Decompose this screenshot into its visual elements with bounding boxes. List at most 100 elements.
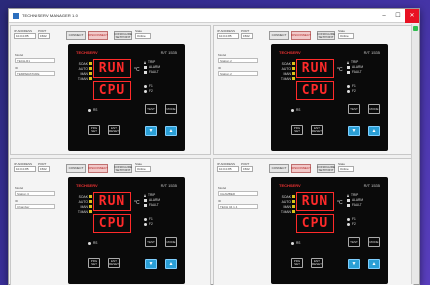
address-input[interactable]: 10.0.0.85	[217, 33, 239, 39]
ent-reset-button[interactable]: ENT RESET	[311, 125, 323, 135]
led-f2: F2	[347, 89, 356, 94]
panel-info: Model TECH-R1 ID TEMPERATURE	[15, 50, 55, 76]
mode-button[interactable]: MODE	[165, 237, 177, 247]
status-leds: TRIP ALARM FAULT	[347, 60, 363, 75]
model-label: Model	[218, 53, 227, 57]
led-f2: F2	[347, 222, 356, 227]
id-label: ID	[15, 66, 18, 70]
prg-set-button[interactable]: PRG SET	[88, 125, 100, 135]
test-button[interactable]: TEST	[348, 237, 360, 247]
up-arrow-icon[interactable]: ▲	[165, 259, 177, 269]
disconnect-button[interactable]: DISCONNECT	[88, 164, 108, 173]
led-rs: RS	[291, 241, 300, 245]
ent-reset-button[interactable]: ENT RESET	[311, 258, 323, 268]
state-value: Online	[338, 33, 354, 39]
mode-leds: SOAK AUTO MAN T.MAN	[72, 62, 92, 82]
panel-info: Model CHAMBER ID TECH 04 1 4	[218, 183, 258, 209]
id-field[interactable]: Station 2	[218, 71, 258, 76]
status-leds: TRIP ALARM FAULT	[144, 193, 160, 208]
controller-faceplate: TECHSERV R/T 1535 SOAK AUTO MAN T.MAN RU…	[68, 44, 185, 151]
port-input[interactable]: 1502	[38, 33, 50, 39]
model-field[interactable]: TECH-R1	[15, 58, 55, 63]
down-arrow-icon[interactable]: ▼	[145, 126, 157, 136]
id-label: ID	[218, 66, 221, 70]
up-arrow-icon[interactable]: ▲	[368, 126, 380, 136]
mode-button[interactable]: MODE	[165, 104, 177, 114]
mode-leds: SOAK AUTO MAN T.MAN	[275, 62, 295, 82]
model-field[interactable]: Station 3	[15, 191, 55, 196]
connect-button[interactable]: CONNECT	[269, 164, 289, 173]
id-field[interactable]: TECH 04 1 4	[218, 204, 258, 209]
prg-set-button[interactable]: PRG SET	[291, 125, 303, 135]
minimize-button[interactable]: –	[377, 9, 391, 23]
id-field[interactable]: TEMPERATURE	[15, 71, 55, 76]
led-rs: RS	[291, 108, 300, 112]
upper-display: RUN	[296, 192, 334, 211]
configure-button[interactable]: CONFIGURE SETPOINT	[114, 164, 132, 173]
mode-button[interactable]: MODE	[368, 104, 380, 114]
disconnect-button[interactable]: DISCONNECT	[88, 31, 108, 40]
prg-set-button[interactable]: PRG SET	[88, 258, 100, 268]
port-input[interactable]: 1502	[38, 166, 50, 172]
controller-faceplate: TECHSERV R/T 1535 SOAK AUTO MAN T.MAN RU…	[271, 177, 388, 284]
panel-grid: IP ADDRESS 10.0.0.85 PORT 1502 CONNECT D…	[9, 24, 414, 285]
test-button[interactable]: TEST	[145, 104, 157, 114]
port-input[interactable]: 1502	[241, 166, 253, 172]
test-button[interactable]: TEST	[145, 237, 157, 247]
controller-panel-4: IP ADDRESS 10.0.0.85 PORT 1502 CONNECT D…	[213, 158, 414, 285]
configure-button[interactable]: CONFIGURE SETPOINT	[114, 31, 132, 40]
led-f2: F2	[144, 89, 153, 94]
maximize-button[interactable]: ☐	[391, 9, 405, 23]
id-label: ID	[218, 199, 221, 203]
close-button[interactable]: ✕	[405, 8, 419, 23]
configure-button[interactable]: CONFIGURE SETPOINT	[317, 164, 335, 173]
upper-display: RUN	[93, 192, 131, 211]
test-button[interactable]: TEST	[348, 104, 360, 114]
disconnect-button[interactable]: DISCONNECT	[291, 164, 311, 173]
down-arrow-icon[interactable]: ▼	[145, 259, 157, 269]
model-field[interactable]: CHAMBER	[218, 191, 258, 196]
model-number: R/T 1535	[160, 183, 177, 188]
configure-button[interactable]: CONFIGURE SETPOINT	[317, 31, 335, 40]
address-input[interactable]: 10.0.0.85	[217, 166, 239, 172]
id-field[interactable]: Chamber	[15, 204, 55, 209]
connect-button[interactable]: CONNECT	[66, 31, 86, 40]
lower-display: CPU	[93, 81, 131, 100]
panel-header: IP ADDRESS 10.0.0.85 PORT 1502 CONNECT D…	[14, 162, 207, 176]
model-number: R/T 1535	[363, 50, 380, 55]
model-field[interactable]: Station 2	[218, 58, 258, 63]
controller-panel-3: IP ADDRESS 10.0.0.85 PORT 1502 CONNECT D…	[10, 158, 211, 285]
upper-display: RUN	[93, 59, 131, 78]
upper-display: RUN	[296, 59, 334, 78]
panel-header: IP ADDRESS 10.0.0.85 PORT 1502 CONNECT D…	[217, 162, 410, 176]
unit-label: °C	[134, 67, 140, 73]
ent-reset-button[interactable]: ENT RESET	[108, 125, 120, 135]
up-arrow-icon[interactable]: ▲	[368, 259, 380, 269]
status-indicator-icon	[413, 26, 418, 31]
connect-button[interactable]: CONNECT	[66, 164, 86, 173]
address-input[interactable]: 10.0.0.85	[14, 33, 36, 39]
mode-leds: SOAK AUTO MAN T.MAN	[275, 195, 295, 215]
model-number: R/T 1535	[160, 50, 177, 55]
model-label: Model	[15, 186, 24, 190]
controller-panel-2: IP ADDRESS 10.0.0.85 PORT 1502 CONNECT D…	[213, 25, 414, 155]
connect-button[interactable]: CONNECT	[269, 31, 289, 40]
led-rs: RS	[88, 108, 97, 112]
port-input[interactable]: 1502	[241, 33, 253, 39]
mode-button[interactable]: MODE	[368, 237, 380, 247]
down-arrow-icon[interactable]: ▼	[348, 126, 360, 136]
up-arrow-icon[interactable]: ▲	[165, 126, 177, 136]
led-f2: F2	[144, 222, 153, 227]
state-value: Online	[338, 166, 354, 172]
prg-set-button[interactable]: PRG SET	[291, 258, 303, 268]
app-window: TECHNISERV MANAGER 1.0 – ☐ ✕ IP ADDRESS …	[8, 8, 420, 285]
address-input[interactable]: 10.0.0.85	[14, 166, 36, 172]
unit-label: °C	[337, 67, 343, 73]
state-value: Online	[135, 166, 151, 172]
model-label: Model	[15, 53, 24, 57]
down-arrow-icon[interactable]: ▼	[348, 259, 360, 269]
function-leds: F1 F2	[347, 84, 356, 94]
disconnect-button[interactable]: DISCONNECT	[291, 31, 311, 40]
ent-reset-button[interactable]: ENT RESET	[108, 258, 120, 268]
lower-display: CPU	[296, 81, 334, 100]
